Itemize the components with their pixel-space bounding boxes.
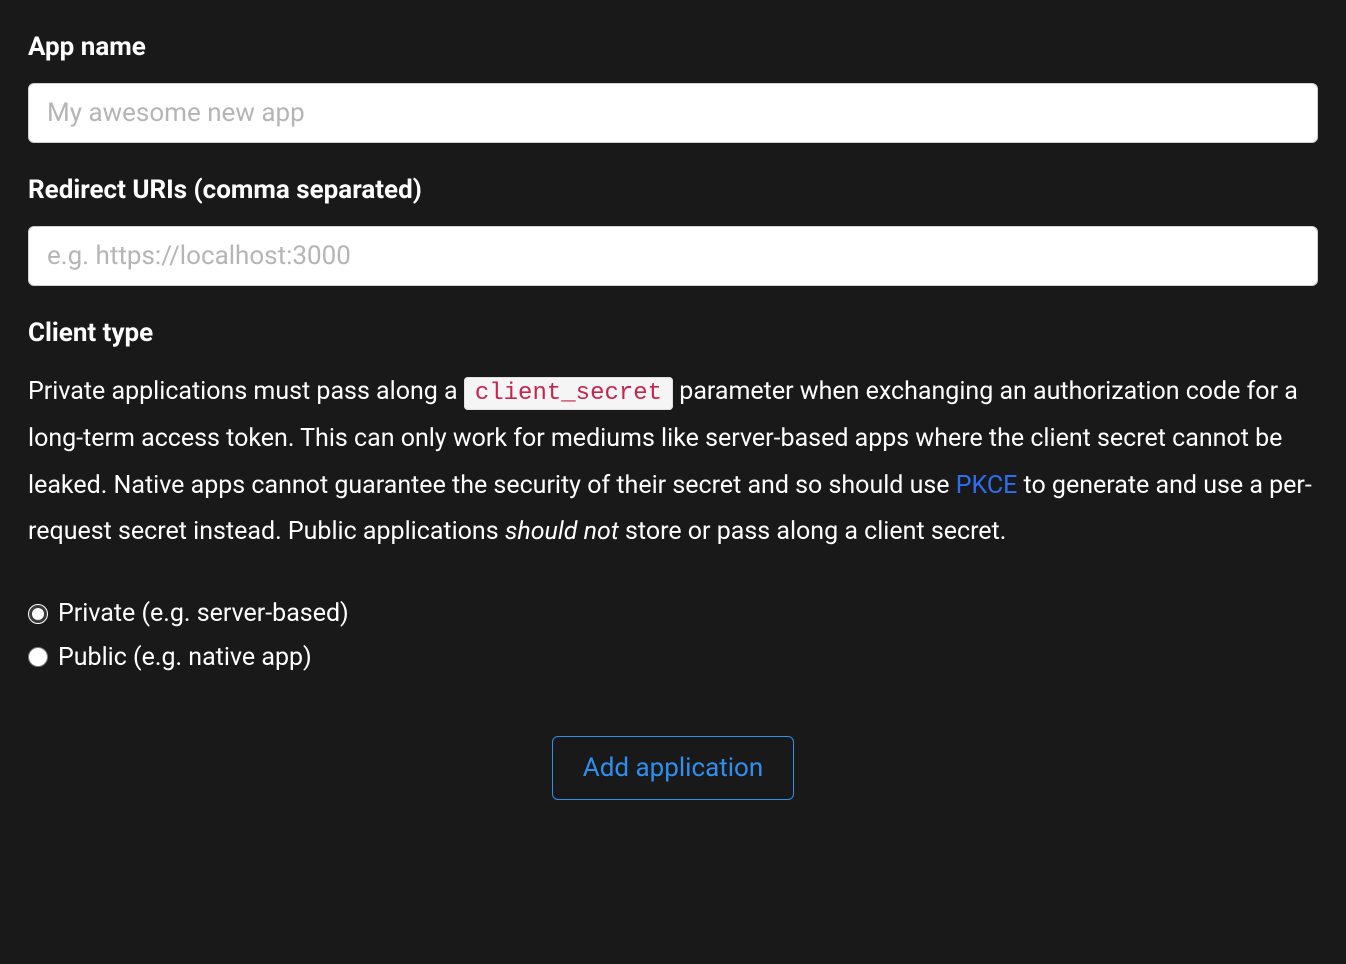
add-application-button[interactable]: Add application <box>552 736 795 800</box>
client-type-label: Client type <box>28 314 1318 353</box>
radio-option-private[interactable]: Private (e.g. server-based) <box>28 595 1318 633</box>
client-type-description: Private applications must pass along a c… <box>28 369 1318 555</box>
redirect-uris-input[interactable] <box>28 226 1318 286</box>
radio-private-input[interactable] <box>28 604 48 624</box>
desc-text-4: store or pass along a client secret. <box>619 517 1007 546</box>
desc-text-1: Private applications must pass along a <box>28 377 464 406</box>
radio-option-public[interactable]: Public (e.g. native app) <box>28 639 1318 677</box>
radio-private-label: Private (e.g. server-based) <box>58 595 349 633</box>
redirect-uris-label: Redirect URIs (comma separated) <box>28 171 1318 210</box>
app-name-input[interactable] <box>28 83 1318 143</box>
pkce-link[interactable]: PKCE <box>956 471 1018 500</box>
client-secret-code: client_secret <box>464 377 673 410</box>
client-type-radio-group: Private (e.g. server-based) Public (e.g.… <box>28 595 1318 676</box>
radio-public-label: Public (e.g. native app) <box>58 639 312 677</box>
radio-public-input[interactable] <box>28 647 48 667</box>
should-not-emphasis: should not <box>505 517 619 546</box>
app-name-label: App name <box>28 28 1318 67</box>
